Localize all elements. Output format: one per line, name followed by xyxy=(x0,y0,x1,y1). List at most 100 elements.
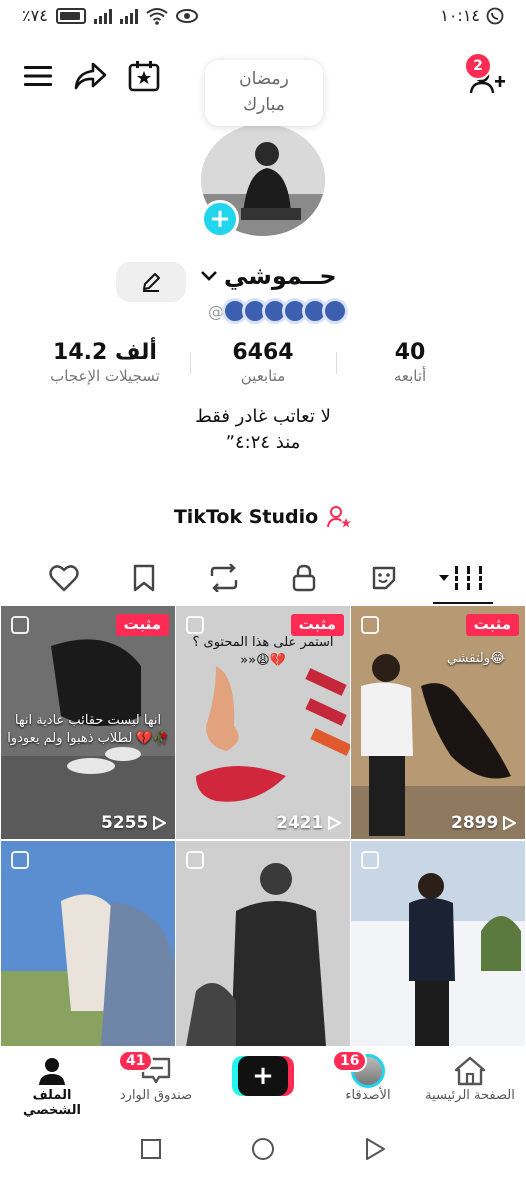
system-nav xyxy=(0,1118,526,1178)
person-icon xyxy=(39,1058,65,1085)
video-caption: انها ليست حقائب عادية انها لطلاب ذهبوا و… xyxy=(7,713,169,746)
tab-liked[interactable] xyxy=(44,560,84,596)
select-checkbox[interactable] xyxy=(186,616,204,634)
followers-label: متابعين xyxy=(240,367,286,385)
play-icon xyxy=(328,816,342,830)
home-icon xyxy=(454,1056,486,1086)
bottom-nav: الملف الشخصي صندوق الوارد 41 + الأصدقاء … xyxy=(0,1046,526,1118)
lock-icon xyxy=(292,564,316,592)
likes-label: تسجيلات الإعجاب xyxy=(50,367,160,385)
stat-divider xyxy=(336,352,337,374)
stat-likes: 14.2 ألف تسجيلات الإعجاب xyxy=(40,340,170,385)
status-time: ١٠:١٤ xyxy=(440,6,480,25)
tab-favorites[interactable] xyxy=(124,560,164,596)
tab-reposts[interactable] xyxy=(204,560,244,596)
video-tile-4[interactable] xyxy=(1,841,175,1046)
view-count: 2421 xyxy=(276,813,342,833)
calendar-star-icon[interactable] xyxy=(124,56,164,96)
name-row: حــموشي xyxy=(0,262,526,302)
share-icon[interactable] xyxy=(70,56,110,96)
back-icon[interactable] xyxy=(364,1137,386,1161)
video-tile-6[interactable] xyxy=(351,841,525,1046)
select-checkbox[interactable] xyxy=(11,851,29,869)
following-label: أتابعه xyxy=(393,367,427,385)
stats: 14.2 ألف تسجيلات الإعجاب 6464 متابعين 40… xyxy=(0,340,526,396)
tiktok-studio-link[interactable]: TikTok Studio xyxy=(0,505,526,529)
pencil-icon xyxy=(143,273,160,292)
stat-following[interactable]: 40 أتابعه xyxy=(360,340,460,385)
tab-stickers[interactable] xyxy=(364,560,404,596)
video-tile-5[interactable] xyxy=(176,841,350,1046)
home-circle-icon[interactable] xyxy=(251,1137,275,1161)
nav-profile[interactable]: الملف الشخصي xyxy=(2,1054,102,1118)
add-story-button[interactable]: + xyxy=(201,200,239,238)
username-redacted xyxy=(222,298,348,324)
display-name: حــموشي xyxy=(224,262,337,290)
grid-caret-icon xyxy=(439,566,483,590)
battery-percent: ٪٧٤ xyxy=(22,6,48,25)
stat-divider xyxy=(190,352,191,374)
wifi-icon xyxy=(146,7,168,25)
note-line1: رمضان xyxy=(239,69,289,89)
likes-value: 14.2 ألف xyxy=(53,340,157,365)
recents-icon[interactable] xyxy=(140,1138,162,1160)
note-bubble[interactable]: رمضان مبارك xyxy=(205,60,323,126)
inbox-badge: 41 xyxy=(118,1050,154,1072)
video-tile-1[interactable]: مثبت انها ليست حقائب عادية انها لطلاب ذه… xyxy=(1,606,175,839)
whatsapp-icon xyxy=(486,7,504,24)
view-count-value: 5255 xyxy=(101,813,149,833)
nav-friends-label: الأصدقاء xyxy=(345,1088,391,1103)
select-checkbox[interactable] xyxy=(361,851,379,869)
pinned-badge: مثبت xyxy=(115,614,169,636)
stat-followers[interactable]: 6464 متابعين xyxy=(208,340,318,385)
avatar-wrap[interactable]: + xyxy=(201,124,325,238)
person-star-icon xyxy=(327,506,352,528)
note-line2: مبارك xyxy=(243,95,285,115)
sticker-icon xyxy=(372,566,396,590)
bio-text: لا تعاتب غادر فقط xyxy=(195,406,331,427)
view-count-value: 2421 xyxy=(276,813,324,833)
following-value: 40 xyxy=(394,340,426,365)
view-count: 5255 xyxy=(101,813,167,833)
bio-time: ˮمنذ ٤:٢٤ xyxy=(225,432,301,453)
edit-profile-button[interactable] xyxy=(116,262,186,302)
bio: لا تعاتب غادر فقط ˮمنذ ٤:٢٤ xyxy=(0,404,526,456)
display-name-switch[interactable]: حــموشي xyxy=(200,262,337,290)
play-icon xyxy=(503,816,517,830)
video-caption: استمر على هذا المحتوى ؟ »»😩💔 xyxy=(192,635,334,668)
video-caption: ولتقشي😂 xyxy=(446,651,506,666)
nav-profile-label: الملف الشخصي xyxy=(23,1088,81,1118)
chevron-down-icon xyxy=(201,271,217,281)
video-tile-2[interactable]: مثبت استمر على هذا المحتوى ؟ »»😩💔 2421 xyxy=(176,606,350,839)
repost-icon xyxy=(210,564,238,592)
select-checkbox[interactable] xyxy=(361,616,379,634)
video-thumbnail xyxy=(1,841,175,1046)
signal-icon xyxy=(93,8,112,24)
content-tabs xyxy=(0,556,526,604)
menu-icon[interactable] xyxy=(20,58,56,94)
status-right: ١٠:١٤ xyxy=(440,6,504,25)
nav-inbox-label: صندوق الوارد xyxy=(119,1088,193,1103)
view-count-value: 2899 xyxy=(451,813,499,833)
eye-icon xyxy=(175,8,198,23)
studio-label: TikTok Studio xyxy=(173,506,319,528)
video-thumbnail xyxy=(351,606,525,839)
plus-icon: + xyxy=(238,1056,288,1096)
nav-home[interactable]: الصفحة الرئيسية xyxy=(420,1054,520,1103)
followers-value: 6464 xyxy=(232,340,294,365)
tab-private[interactable] xyxy=(284,560,324,596)
friends-badge: 16 xyxy=(332,1050,368,1072)
select-checkbox[interactable] xyxy=(186,851,204,869)
nav-home-label: الصفحة الرئيسية xyxy=(425,1088,515,1103)
video-tile-3[interactable]: مثبت ولتقشي😂 2899 xyxy=(351,606,525,839)
tab-videos[interactable] xyxy=(434,560,490,596)
username: @ xyxy=(208,298,348,324)
active-tab-underline xyxy=(433,602,493,604)
status-left: ٪٧٤ xyxy=(22,6,198,25)
create-button[interactable]: + xyxy=(232,1056,294,1096)
follow-requests-badge: 2 xyxy=(464,52,492,80)
select-checkbox[interactable] xyxy=(11,616,29,634)
status-bar: ٪٧٤ ١٠:١٤ xyxy=(0,0,526,34)
battery-icon xyxy=(55,7,86,24)
signal-icon-2 xyxy=(119,8,138,24)
